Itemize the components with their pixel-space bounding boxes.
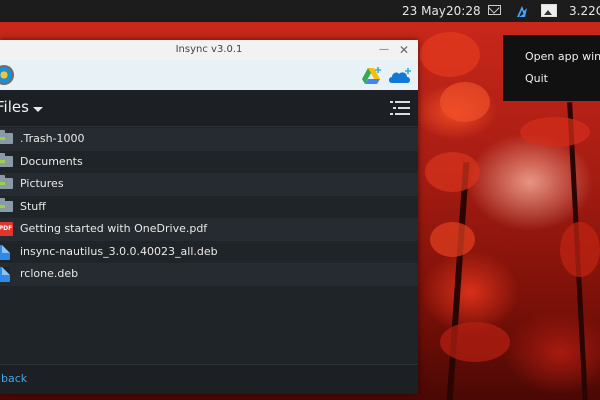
feedback-link[interactable]: dback — [0, 372, 27, 385]
file-name: Pictures — [20, 177, 64, 190]
file-row-stuff[interactable]: Stuff — [0, 195, 418, 218]
file-name: insync-nautilus_3.0.0.40023_all.deb — [20, 244, 218, 258]
menu-item-open-app-window[interactable]: Open app wind — [525, 50, 600, 63]
foliage — [560, 222, 600, 277]
file-name: Getting started with OneDrive.pdf — [20, 222, 208, 235]
folder-icon — [0, 197, 13, 212]
disk-usage-indicator[interactable]: 3.22G — [569, 4, 600, 18]
tray-context-menu: Open app wind Quit — [503, 35, 600, 101]
file-row-trash[interactable]: .Trash-1000 — [0, 128, 418, 151]
close-button[interactable]: ✕ — [398, 40, 410, 60]
file-row-onedrive-pdf[interactable]: PDF Getting started with OneDrive.pdf — [0, 218, 418, 241]
files-title[interactable]: Files — [0, 98, 29, 116]
file-name: .Trash-1000 — [20, 132, 85, 145]
insync-tray-glyph — [517, 6, 527, 17]
minimize-button[interactable]: — — [378, 40, 390, 60]
file-list: .Trash-1000 Documents Pictures Stuff PDF… — [0, 128, 418, 286]
folder-icon — [0, 175, 13, 189]
folder-icon — [0, 130, 13, 144]
document-file-icon — [0, 244, 10, 260]
insync-tray-icon[interactable] — [514, 3, 530, 19]
file-name: Documents — [20, 154, 83, 168]
file-name: Stuff — [20, 199, 46, 213]
foliage — [520, 117, 590, 147]
account-avatar[interactable] — [0, 65, 14, 85]
document-file-icon — [0, 267, 10, 282]
panel-clock[interactable]: 20:28 — [446, 4, 481, 18]
insync-window: Insync v3.0.1 — ✕ Files .Trash-1000 — [0, 40, 418, 394]
file-row-documents[interactable]: Documents — [0, 150, 418, 173]
window-footer: dback — [0, 364, 418, 394]
onedrive-add-icon[interactable] — [388, 67, 412, 85]
panel-date[interactable]: 23 May — [402, 4, 446, 18]
foliage — [440, 82, 490, 122]
window-title: Insync v3.0.1 — [175, 44, 243, 55]
foliage — [440, 322, 510, 362]
foliage — [430, 222, 475, 257]
chevron-down-icon[interactable] — [33, 107, 43, 112]
tree-trunk — [446, 162, 470, 400]
file-row-pictures[interactable]: Pictures — [0, 173, 418, 196]
file-name: rclone.deb — [20, 267, 79, 280]
file-row-insync-nautilus-deb[interactable]: insync-nautilus_3.0.0.40023_all.deb — [0, 240, 418, 263]
folder-icon — [0, 152, 13, 167]
window-titlebar[interactable]: Insync v3.0.1 — ✕ — [0, 40, 418, 61]
foliage — [425, 152, 480, 192]
file-row-rclone-deb[interactable]: rclone.deb — [0, 263, 418, 286]
foliage — [420, 32, 480, 77]
google-drive-add-icon[interactable] — [362, 67, 382, 85]
top-panel: 23 May 20:28 3.22G — [0, 0, 600, 22]
list-view-icon[interactable] — [390, 100, 410, 116]
mail-icon[interactable] — [488, 5, 501, 15]
menu-item-quit[interactable]: Quit — [525, 72, 548, 85]
pdf-file-icon: PDF — [0, 222, 13, 236]
files-header: Files — [0, 90, 418, 127]
image-viewer-tray-icon[interactable] — [541, 4, 557, 17]
account-toolbar — [0, 60, 418, 90]
